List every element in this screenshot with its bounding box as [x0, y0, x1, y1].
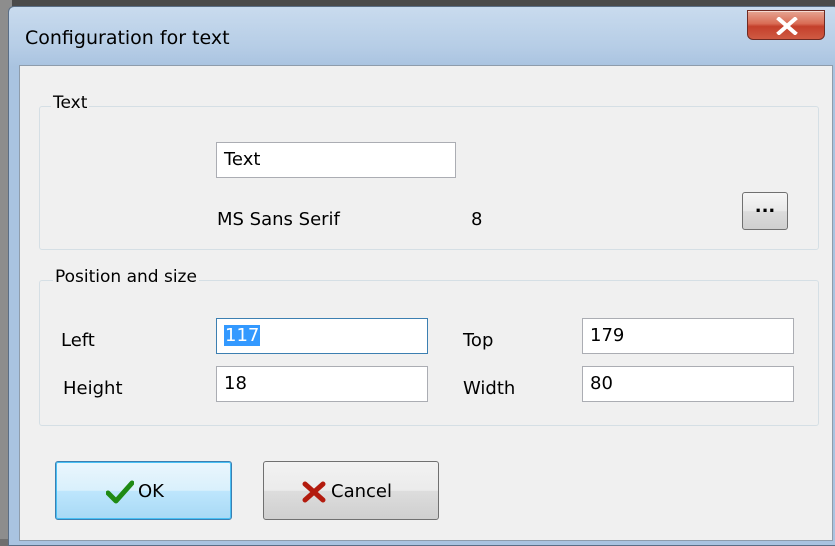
- window-title: Configuration for text: [25, 27, 230, 49]
- font-name-label: MS Sans Serif: [217, 209, 340, 230]
- ok-button[interactable]: OK: [55, 461, 232, 520]
- font-select-button[interactable]: ...: [742, 192, 788, 230]
- width-label: Width: [463, 378, 516, 399]
- left-input-selection: 117: [224, 325, 261, 346]
- cancel-button-label: Cancel: [331, 481, 392, 502]
- dialog-client-area: Text Text MS Sans Serif 8 ... Position a…: [19, 65, 833, 541]
- position-size-group-legend: Position and size: [53, 267, 199, 287]
- text-group-legend: Text: [51, 93, 90, 113]
- left-input[interactable]: 117: [216, 318, 428, 354]
- dialog-window: Configuration for text Text Text MS Sans…: [8, 6, 835, 546]
- width-input[interactable]: 80: [582, 366, 794, 402]
- close-button[interactable]: [747, 10, 825, 40]
- font-size-label: 8: [471, 209, 483, 230]
- title-bar[interactable]: Configuration for text: [9, 7, 835, 65]
- text-groupbox: [39, 106, 819, 250]
- x-cross-icon: [302, 481, 326, 503]
- height-label: Height: [63, 378, 123, 399]
- left-label: Left: [61, 330, 95, 351]
- close-x-icon: [776, 17, 798, 35]
- ok-button-label: OK: [138, 481, 164, 502]
- top-input[interactable]: 179: [582, 318, 794, 354]
- top-label: Top: [463, 330, 494, 351]
- cancel-button[interactable]: Cancel: [263, 461, 439, 520]
- checkmark-icon: [106, 480, 134, 504]
- height-input[interactable]: 18: [216, 366, 428, 402]
- ellipsis-label: ...: [754, 196, 776, 217]
- text-input[interactable]: Text: [216, 142, 456, 178]
